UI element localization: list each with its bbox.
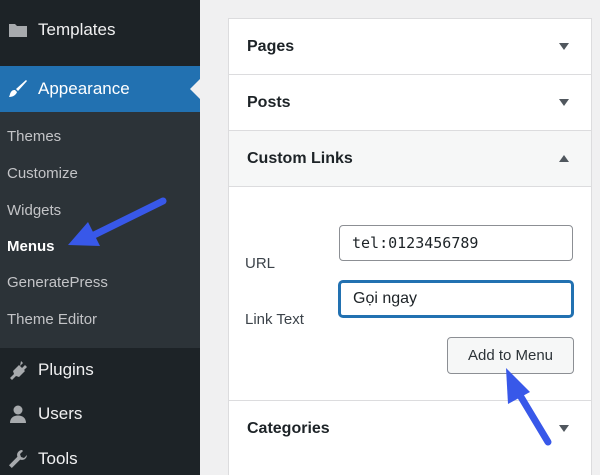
accordion-custom-links[interactable]: Custom Links: [229, 131, 591, 187]
paintbrush-icon: [6, 77, 30, 101]
appearance-submenu: Themes Customize Widgets Menus GenerateP…: [0, 112, 200, 348]
add-menu-items-panel: Pages Posts Custom Links URL tel:0123456…: [228, 18, 592, 475]
accordion-categories[interactable]: Categories: [229, 400, 591, 456]
add-to-menu-button[interactable]: Add to Menu: [447, 337, 574, 374]
sidebar-item-label: Templates: [38, 20, 116, 39]
submenu-item-theme-editor[interactable]: Theme Editor: [7, 311, 97, 328]
accordion-title: Posts: [247, 93, 291, 111]
submenu-item-menus[interactable]: Menus: [7, 238, 55, 255]
folder-icon: [6, 18, 30, 42]
triangle-down-icon: [559, 425, 569, 432]
link-text-label: Link Text: [245, 311, 304, 328]
plug-icon: [6, 358, 30, 382]
triangle-down-icon: [559, 43, 569, 50]
submenu-item-customize[interactable]: Customize: [7, 165, 78, 182]
sidebar-item-tools[interactable]: Tools: [0, 437, 200, 475]
accordion-title: Pages: [247, 37, 295, 55]
custom-links-body: URL tel:0123456789 Link Text Gọi ngay Ad…: [229, 187, 591, 400]
accordion-posts[interactable]: Posts: [229, 75, 591, 131]
triangle-down-icon: [559, 99, 569, 106]
url-value: tel:0123456789: [352, 234, 479, 252]
url-input[interactable]: tel:0123456789: [339, 225, 573, 261]
sidebar-item-users[interactable]: Users: [0, 392, 200, 436]
submenu-item-widgets[interactable]: Widgets: [7, 202, 61, 219]
sidebar-item-label: Tools: [38, 449, 78, 468]
sidebar-item-label: Users: [38, 404, 83, 423]
link-text-value: Gọi ngay: [353, 290, 418, 307]
accordion-title: Categories: [247, 419, 330, 437]
sidebar-item-label: Plugins: [38, 360, 94, 379]
submenu-item-themes[interactable]: Themes: [7, 128, 61, 145]
sidebar-item-templates[interactable]: Templates: [0, 8, 200, 52]
triangle-up-icon: [559, 155, 569, 162]
sidebar-item-appearance[interactable]: Appearance: [0, 66, 200, 112]
admin-sidebar: Templates Appearance Themes Customize Wi…: [0, 0, 200, 475]
url-label: URL: [245, 255, 276, 272]
sidebar-item-plugins[interactable]: Plugins: [0, 348, 200, 392]
wrench-icon: [6, 447, 30, 471]
user-icon: [6, 402, 30, 426]
submenu-item-generatepress[interactable]: GeneratePress: [7, 274, 108, 291]
accordion-pages[interactable]: Pages: [229, 19, 591, 75]
link-text-input[interactable]: Gọi ngay: [339, 281, 573, 317]
sidebar-item-label: Appearance: [38, 79, 130, 98]
accordion-title: Custom Links: [247, 149, 353, 167]
